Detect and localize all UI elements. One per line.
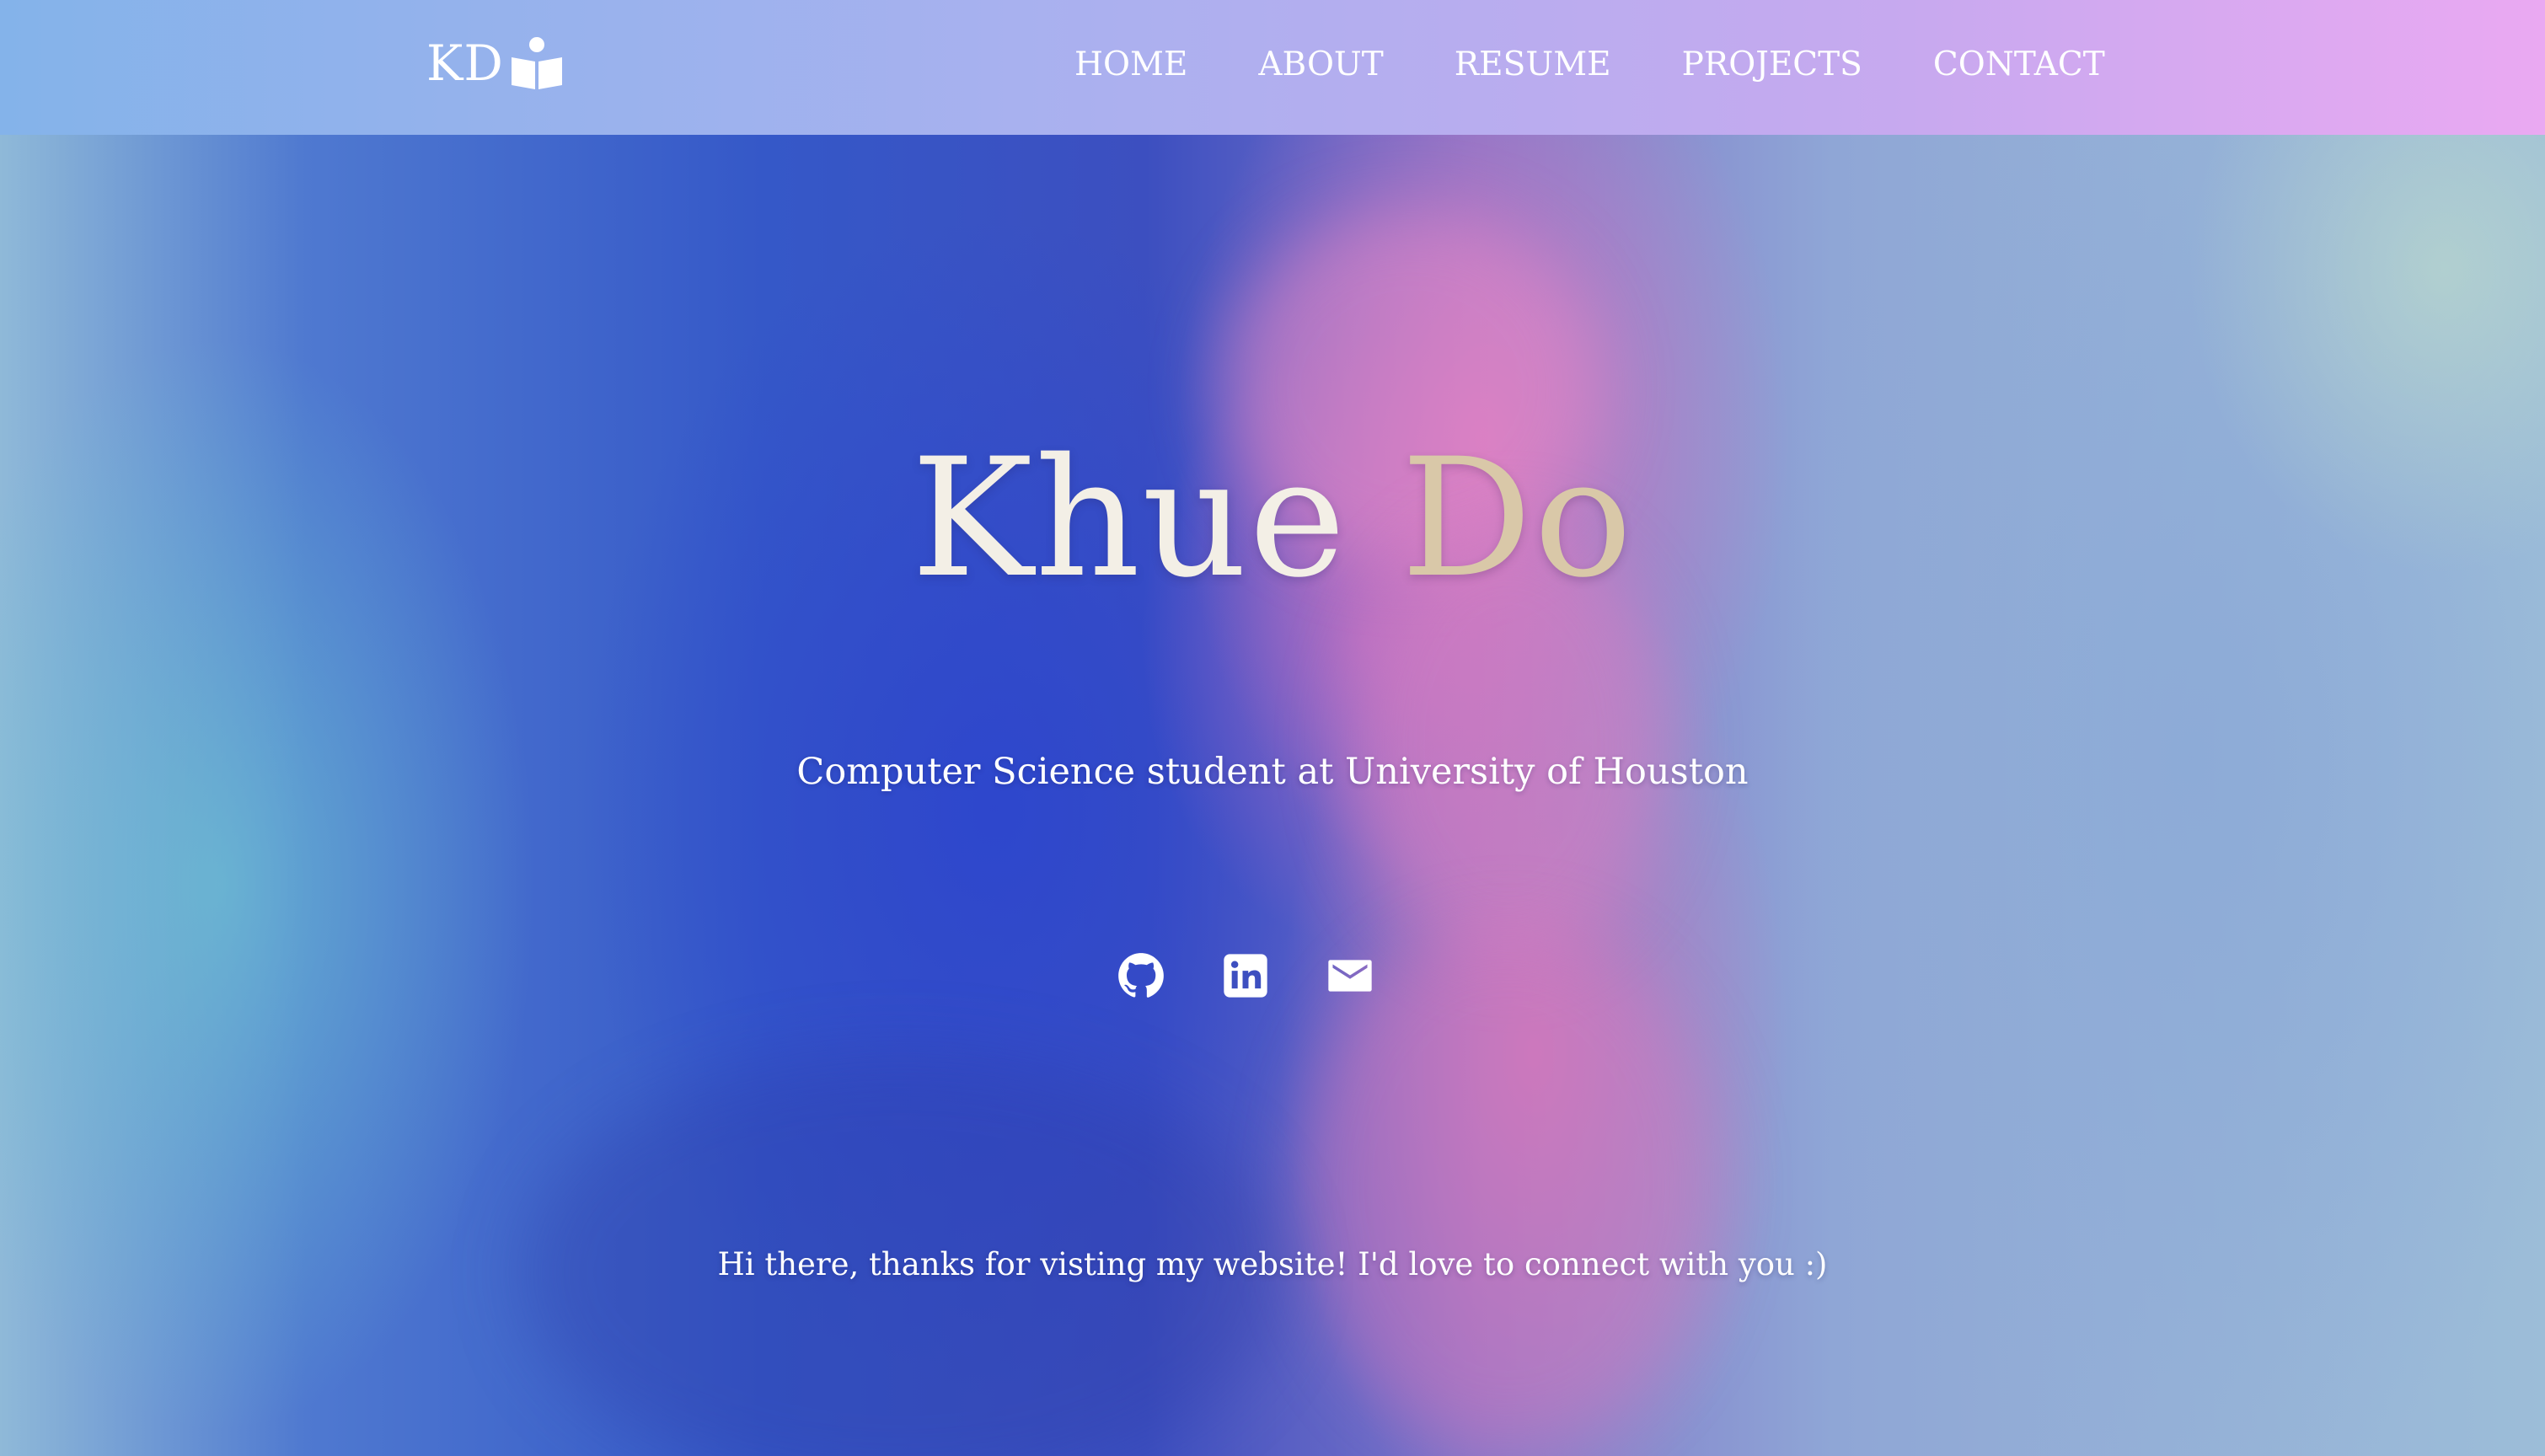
hero-subtitle: Computer Science student at University o… (796, 751, 1749, 793)
page: KD HOME ABOUT RESUME PROJECTS CONTACT Kh… (0, 0, 2545, 1456)
top-navbar: KD HOME ABOUT RESUME PROJECTS CONTACT (0, 0, 2545, 135)
nav-projects[interactable]: PROJECTS (1682, 48, 1862, 81)
email-link[interactable] (1323, 950, 1377, 1004)
email-icon (1326, 952, 1374, 1004)
main-nav: HOME ABOUT RESUME PROJECTS CONTACT (1074, 39, 2105, 89)
reader-book-icon (507, 34, 566, 93)
social-links (1114, 948, 1377, 1007)
brand-logo-link[interactable]: KD (426, 25, 566, 101)
linkedin-link[interactable] (1219, 950, 1272, 1004)
nav-home[interactable]: HOME (1074, 48, 1187, 81)
hero-name-last: Do (1401, 423, 1634, 613)
linkedin-icon (1222, 952, 1269, 1004)
hero-greeting: Hi there, thanks for visting my website!… (717, 1246, 1828, 1282)
nav-resume[interactable]: RESUME (1455, 48, 1611, 81)
nav-contact[interactable]: CONTACT (1933, 48, 2105, 81)
github-icon (1117, 952, 1165, 1004)
github-link[interactable] (1114, 950, 1168, 1004)
nav-about[interactable]: ABOUT (1258, 48, 1383, 81)
hero-name-first: Khue (911, 423, 1348, 613)
brand-text: KD (426, 35, 504, 92)
hero-name: Khue Do (0, 436, 2545, 600)
hero-section: Khue Do Computer Science student at Univ… (0, 135, 2545, 1456)
